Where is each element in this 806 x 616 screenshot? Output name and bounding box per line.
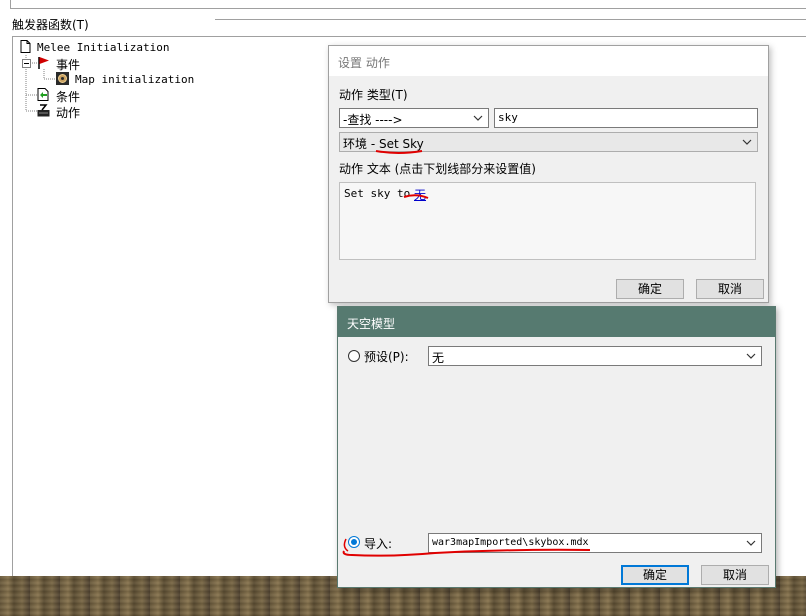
dialog-title: 设置 动作: [338, 56, 390, 70]
search-combo-value: -查找 ---->: [343, 113, 403, 127]
preset-combo-value: 无: [432, 351, 445, 365]
chevron-down-icon: [746, 540, 756, 546]
tree-conditions-label[interactable]: 条件: [56, 88, 80, 105]
cancel-button[interactable]: 取消: [696, 279, 764, 299]
group-title: 触发器函数(T): [10, 16, 91, 33]
tree-root-label[interactable]: Melee Initialization: [37, 41, 169, 54]
action-text-label: 动作 文本 (点击下划线部分来设置值): [339, 162, 536, 176]
tree-event-item[interactable]: Map initialization: [75, 73, 194, 86]
document-icon: [20, 40, 31, 53]
search-combo[interactable]: -查找 ---->: [339, 108, 489, 128]
gear-icon: [56, 72, 69, 85]
search-input-value: sky: [498, 111, 518, 124]
chevron-down-icon: [742, 139, 752, 145]
chevron-down-icon: [473, 115, 483, 121]
ok-button[interactable]: 确定: [616, 279, 684, 299]
dialog-titlebar[interactable]: 设置 动作: [329, 46, 768, 76]
action-icon: [37, 104, 50, 117]
search-input[interactable]: sky: [494, 108, 758, 128]
red-flag-icon: [38, 57, 49, 69]
top-panel: [10, 0, 806, 9]
sky-dialog-titlebar[interactable]: 天空模型: [338, 307, 775, 337]
condition-icon: [37, 88, 49, 101]
sky-ok-button[interactable]: 确定: [621, 565, 689, 585]
sky-dialog-title: 天空模型: [347, 317, 396, 331]
tree-events-label[interactable]: 事件: [56, 56, 80, 73]
collapse-icon[interactable]: [22, 59, 31, 68]
action-type-label: 动作 类型(T): [339, 88, 408, 102]
preset-radio[interactable]: [348, 350, 360, 362]
annotation-import-underline: [342, 538, 591, 557]
preset-label: 预设(P):: [364, 350, 409, 364]
group-divider: [215, 19, 806, 20]
preset-combo[interactable]: 无: [428, 346, 762, 366]
annotation-underline: [375, 150, 429, 199]
chevron-down-icon: [746, 353, 756, 359]
tree-actions-label[interactable]: 动作: [56, 104, 80, 121]
sky-cancel-button[interactable]: 取消: [701, 565, 769, 585]
